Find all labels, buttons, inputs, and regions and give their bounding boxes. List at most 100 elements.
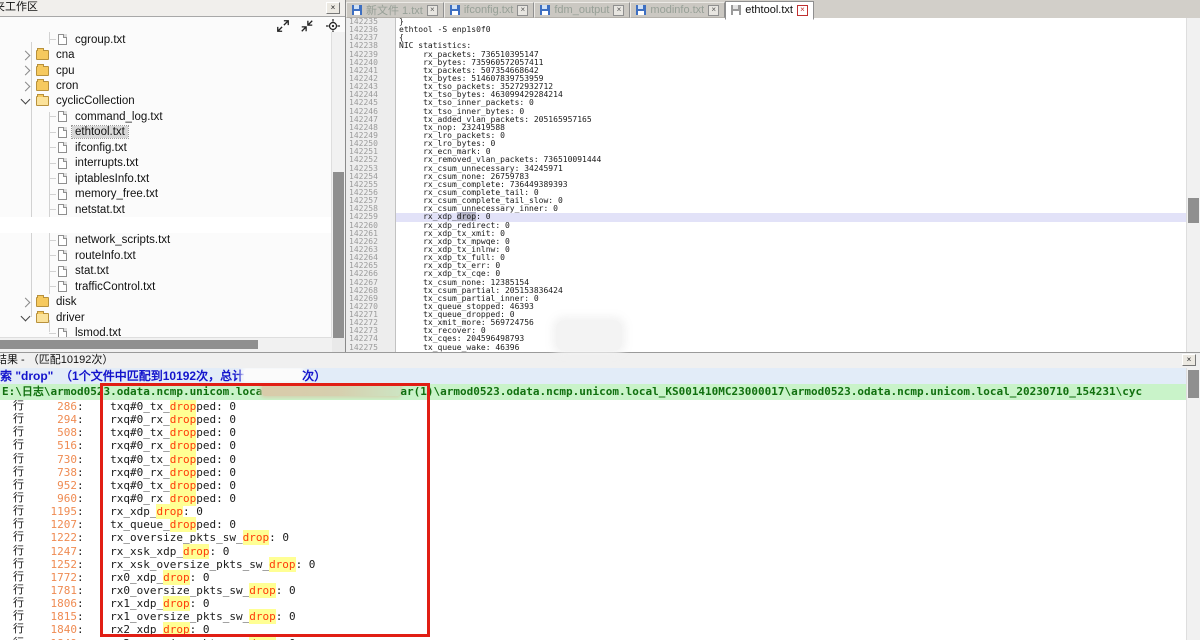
result-line-number: 1247: [27, 545, 77, 558]
result-match-text: rx_xsk_oversize_pkts_sw_drop: 0: [84, 558, 316, 571]
scrollbar-thumb[interactable]: [0, 340, 258, 349]
tree-item-cron[interactable]: cron: [0, 78, 332, 93]
result-row[interactable]: 行1247: rx_xsk_xdp_drop: 0: [0, 545, 1187, 558]
collapse-all-icon[interactable]: [299, 18, 315, 33]
tree-item-cna[interactable]: cna: [0, 47, 332, 62]
tree-item-disk[interactable]: disk: [0, 294, 332, 309]
expand-all-icon[interactable]: [275, 18, 291, 33]
chevron-right-icon[interactable]: [21, 50, 31, 60]
tab-modinfo.txt[interactable]: modinfo.txt×: [630, 2, 725, 18]
scrollbar-corner: [332, 338, 345, 352]
tree-item-cyclicCollection[interactable]: cyclicCollection: [0, 94, 332, 109]
scrollbar-thumb[interactable]: [333, 172, 344, 338]
chevron-down-icon[interactable]: [21, 95, 31, 105]
result-colon: :: [77, 492, 84, 505]
file-icon: [58, 266, 67, 277]
folder-icon: [36, 96, 49, 106]
result-match-text: rx2_xdp_drop: 0: [84, 623, 210, 636]
result-colon: :: [77, 610, 84, 623]
editor-text-area[interactable]: 142235}142236ethtool -S enp1s0f0142237{1…: [346, 18, 1187, 352]
tree-item-driver[interactable]: driver: [0, 310, 332, 325]
result-row[interactable]: 行1207: tx_queue_dropped: 0: [0, 518, 1187, 531]
editor-line-text: rx_xdp_tx_mpwqe: 0: [396, 238, 1187, 246]
editor-line: 142237{: [346, 34, 1187, 42]
chevron-down-icon[interactable]: [21, 311, 31, 321]
folder-icon: [36, 66, 49, 76]
folder-icon: [36, 81, 49, 91]
result-colon: :: [77, 623, 84, 636]
close-icon[interactable]: ×: [517, 5, 528, 16]
result-line-number: 1772: [27, 571, 77, 584]
tree-item-stat.txt[interactable]: stat.txt: [0, 264, 332, 279]
chevron-right-icon[interactable]: [21, 81, 31, 91]
scrollbar-thumb[interactable]: [1188, 198, 1199, 223]
tree-connector: [49, 286, 56, 287]
result-row[interactable]: 行1222: rx_oversize_pkts_sw_drop: 0: [0, 531, 1187, 544]
chevron-right-icon[interactable]: [21, 297, 31, 307]
results-vertical-scrollbar[interactable]: [1186, 368, 1200, 640]
tree-item-cgroup.txt[interactable]: cgroup.txt: [0, 32, 332, 47]
tree-item-interrupts.txt[interactable]: interrupts.txt: [0, 156, 332, 171]
tree-item-ifconfig.txt[interactable]: ifconfig.txt: [0, 140, 332, 155]
tab-fdm_output[interactable]: fdm_output×: [534, 2, 630, 18]
close-icon[interactable]: ×: [613, 5, 624, 16]
scrollbar-thumb[interactable]: [1188, 370, 1199, 398]
tree-item-network_scripts.txt[interactable]: network_scripts.txt: [0, 233, 332, 248]
result-colon: :: [77, 571, 84, 584]
editor-vertical-scrollbar[interactable]: [1186, 18, 1200, 352]
file-icon: [58, 173, 67, 184]
result-row[interactable]: 行1772: rx0_xdp_drop: 0: [0, 571, 1187, 584]
tree-vertical-scrollbar[interactable]: [331, 32, 345, 338]
result-row[interactable]: 行516: rxq#0_rx_dropped: 0: [0, 439, 1187, 452]
result-colon: :: [77, 558, 84, 571]
close-icon[interactable]: ×: [708, 5, 719, 16]
result-row[interactable]: 行952: txq#0_tx_dropped: 0: [0, 479, 1187, 492]
result-match-text: txq#0_tx_dropped: 0: [84, 453, 236, 466]
result-row[interactable]: 行730: txq#0_tx_dropped: 0: [0, 453, 1187, 466]
tab-ethtool.txt[interactable]: ethtool.txt ×: [725, 1, 814, 20]
results-summary-line: 索 "drop" （1个文件中匹配到10192次，总计次）: [0, 368, 1200, 384]
result-row[interactable]: 行738: rxq#0_rx_dropped: 0: [0, 466, 1187, 479]
match-highlight: drop: [249, 636, 276, 640]
locate-file-icon[interactable]: [325, 18, 341, 33]
tree-item-cpu[interactable]: cpu: [0, 63, 332, 78]
tree-connector: [49, 333, 56, 334]
close-icon[interactable]: ×: [427, 5, 438, 16]
result-match-text: rxq#0_rx_dropped: 0: [84, 466, 236, 479]
tree-connector: [49, 194, 56, 195]
tree-item-memory_free.txt[interactable]: memory_free.txt: [0, 186, 332, 201]
tree-horizontal-scrollbar[interactable]: [0, 337, 332, 352]
tree-item-label: trafficControl.txt: [75, 281, 155, 293]
tree-item-routeInfo.txt[interactable]: routeInfo.txt: [0, 248, 332, 263]
tree-item-ethtool.txt[interactable]: ethtool.txt: [0, 125, 332, 140]
result-row[interactable]: 行1849: rx2_oversize_pkts_sw_drop: 0: [0, 637, 1187, 640]
results-summary-text: 索 "drop" （1个文件中匹配到10192次，总计: [0, 369, 244, 383]
result-line-number: 1252: [27, 558, 77, 571]
result-row[interactable]: 行1840: rx2_xdp_drop: 0: [0, 623, 1187, 636]
file-icon: [58, 158, 67, 169]
results-close-button[interactable]: ×: [1182, 354, 1196, 366]
editor-panel: 新文件 1.txt×ifconfig.txt×fdm_output×modinf…: [346, 0, 1200, 352]
tree-item-iptablesInfo.txt[interactable]: iptablesInfo.txt: [0, 171, 332, 186]
workspace-close-button[interactable]: ×: [326, 2, 340, 14]
save-icon: [731, 5, 741, 15]
results-file-path-line[interactable]: E:\日志\armod0523.odata.ncmp.unicom.locaar…: [0, 384, 1200, 400]
close-icon[interactable]: ×: [797, 5, 808, 16]
result-match-text: txq#0_tx_dropped: 0: [84, 426, 236, 439]
result-row[interactable]: 行1252: rx_xsk_oversize_pkts_sw_drop: 0: [0, 558, 1187, 571]
tab-ifconfig.txt[interactable]: ifconfig.txt×: [444, 2, 535, 18]
tree-item-netstat.txt[interactable]: netstat.txt: [0, 202, 332, 217]
tab-label: ethtool.txt: [745, 4, 793, 16]
tree-item-command_log.txt[interactable]: command_log.txt: [0, 109, 332, 124]
result-line-number: 1207: [27, 518, 77, 531]
chevron-right-icon[interactable]: [21, 66, 31, 76]
result-match-text: rx_xsk_xdp_drop: 0: [84, 545, 230, 558]
result-row[interactable]: 行1806: rx1_xdp_drop: 0: [0, 597, 1187, 610]
workspace-title-bar: 夹工作区 ×: [0, 0, 345, 17]
result-match-text: rx0_xdp_drop: 0: [84, 571, 210, 584]
tab-1.txt[interactable]: 新文件 1.txt×: [346, 2, 444, 18]
tree-item-trafficControl.txt[interactable]: trafficControl.txt: [0, 279, 332, 294]
result-row-label: 行: [13, 518, 27, 531]
result-colon: :: [77, 637, 84, 640]
tree-item-label: disk: [56, 296, 76, 308]
